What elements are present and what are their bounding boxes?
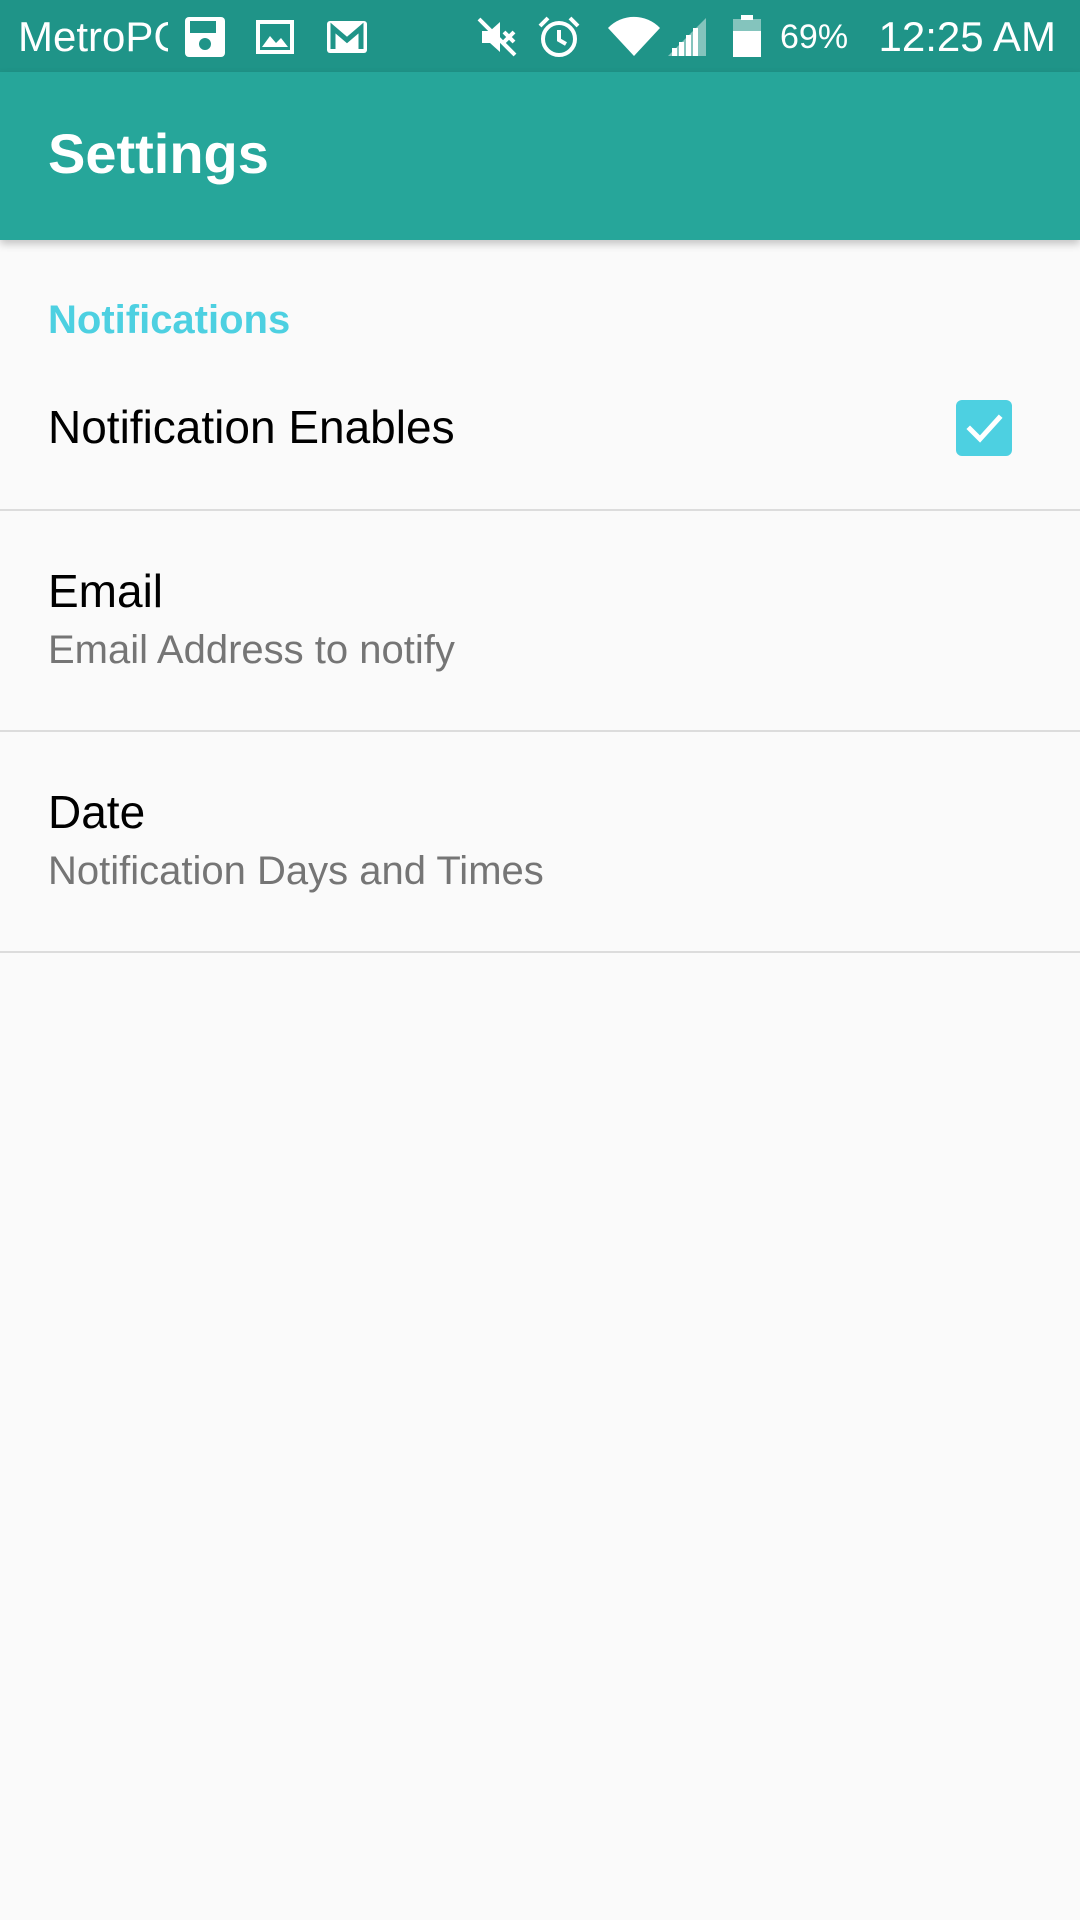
date-title: Date: [48, 786, 146, 838]
signal-icon: [664, 14, 710, 60]
app-bar: Settings: [0, 72, 1080, 240]
divider: [0, 951, 1080, 953]
email-row[interactable]: Email Email Address to notify: [0, 510, 1080, 730]
category-header-notifications: Notifications: [48, 298, 291, 342]
wifi-icon: [606, 14, 662, 60]
clock: 12:25 AM: [878, 13, 1056, 60]
carrier-name: MetroPCS: [18, 13, 168, 60]
mute-icon: [474, 14, 520, 60]
image-icon: [252, 14, 298, 60]
notification-enables-checkbox[interactable]: [956, 400, 1012, 456]
page-title: Settings: [48, 122, 269, 185]
gmail-icon: [324, 14, 370, 60]
alarm-icon: [536, 14, 582, 60]
date-row[interactable]: Date Notification Days and Times: [0, 731, 1080, 951]
notification-enables-title: Notification Enables: [48, 401, 455, 453]
notification-enables-row[interactable]: Notification Enables: [0, 360, 1080, 509]
battery-icon: [730, 14, 764, 60]
save-icon: [182, 14, 228, 60]
battery-percent: 69%: [780, 18, 849, 56]
date-summary: Notification Days and Times: [48, 849, 544, 893]
email-title: Email: [48, 565, 164, 617]
check-icon: [966, 414, 1003, 443]
email-summary: Email Address to notify: [48, 628, 455, 672]
status-bar: MetroPCS: [0, 0, 1080, 72]
